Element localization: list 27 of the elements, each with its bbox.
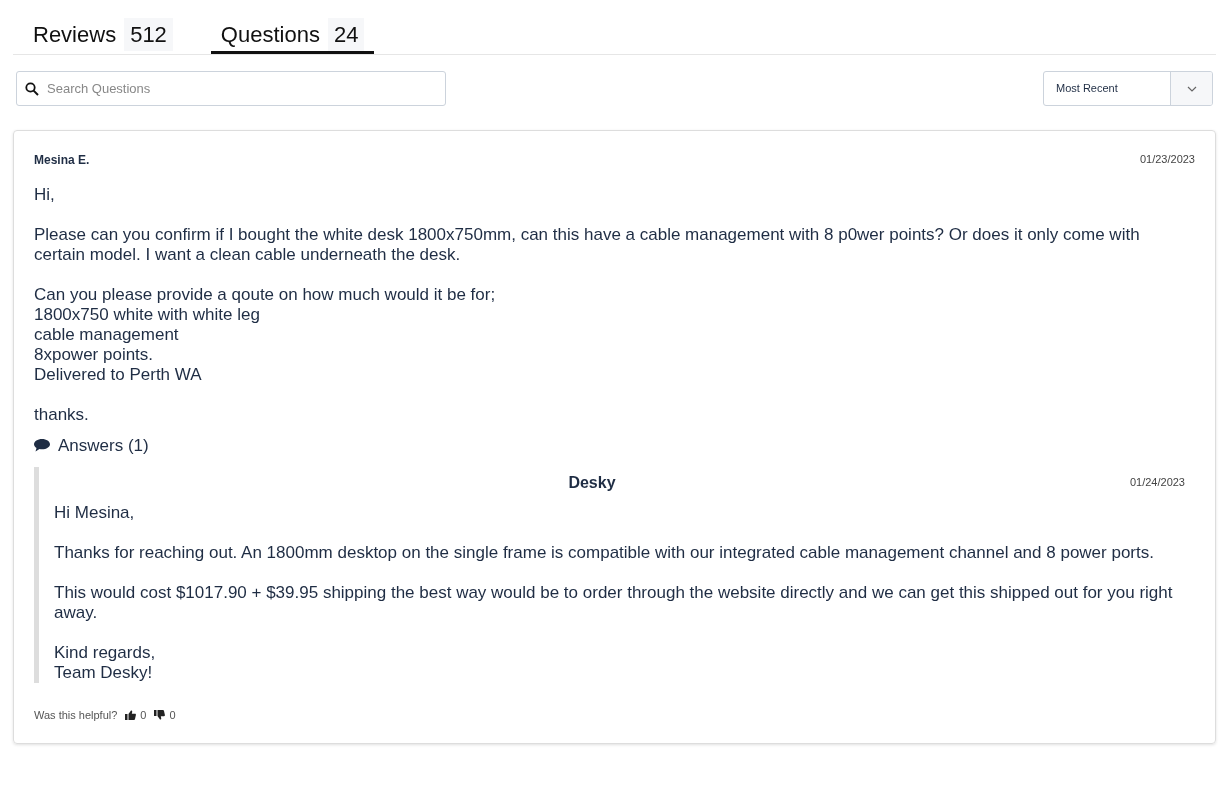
paragraph: Please can you confirm if I bought the white desk 1800x750mm, can this have a cable management with 8 p0wer points? Or does it only come with certain model. I want a clean cable underneath the desk.	[34, 225, 1141, 265]
thumbs-down-icon[interactable]	[154, 709, 166, 720]
vote-count: 0	[169, 707, 176, 723]
author-name: Mesina E.	[34, 152, 90, 169]
paragraph: Thanks for reaching out. An 1800mm desktop on the single frame is compatible with our integrated cable management channel and 8 power ports.	[54, 542, 1155, 563]
paragraph: Hi Mesina,	[54, 502, 136, 523]
speech-bubble-icon	[34, 439, 50, 453]
date: 01/23/2023	[1139, 152, 1195, 167]
vote-count: 0	[140, 707, 147, 723]
thumbs-up-icon[interactable]	[125, 709, 137, 720]
helpful-label: Was this helpful?	[34, 707, 118, 723]
paragraph: Kind regards, Team Desky!	[54, 642, 157, 683]
sort-dropdown[interactable]: Most Recent	[1043, 71, 1213, 106]
search-field[interactable]: Search Questions	[16, 71, 446, 106]
answers-label[interactable]: Answers (1)	[58, 433, 149, 459]
answer-author: Desky	[568, 472, 616, 493]
paragraph: This would cost $1017.90 + $39.95 shipping the best way would be to order through the website directly and we can get this shipped out for you right away.	[54, 582, 1174, 623]
date: 01/24/2023	[1129, 475, 1185, 491]
tab[interactable]: Questions 24	[210, 16, 375, 54]
tab-count: 24	[327, 18, 365, 51]
tab-count: 512	[124, 18, 173, 51]
paragraph: Can you please provide a qoute on how much would it be for; 1800x750 white with white leg cable management 8xpower points. Delivered to Perth WA	[34, 285, 497, 385]
paragraph: thanks.	[34, 405, 90, 425]
chevron-down-icon	[1186, 85, 1197, 92]
search-icon	[25, 81, 39, 96]
paragraph: Hi,	[34, 185, 56, 205]
tab[interactable]: Reviews 512	[23, 16, 183, 54]
